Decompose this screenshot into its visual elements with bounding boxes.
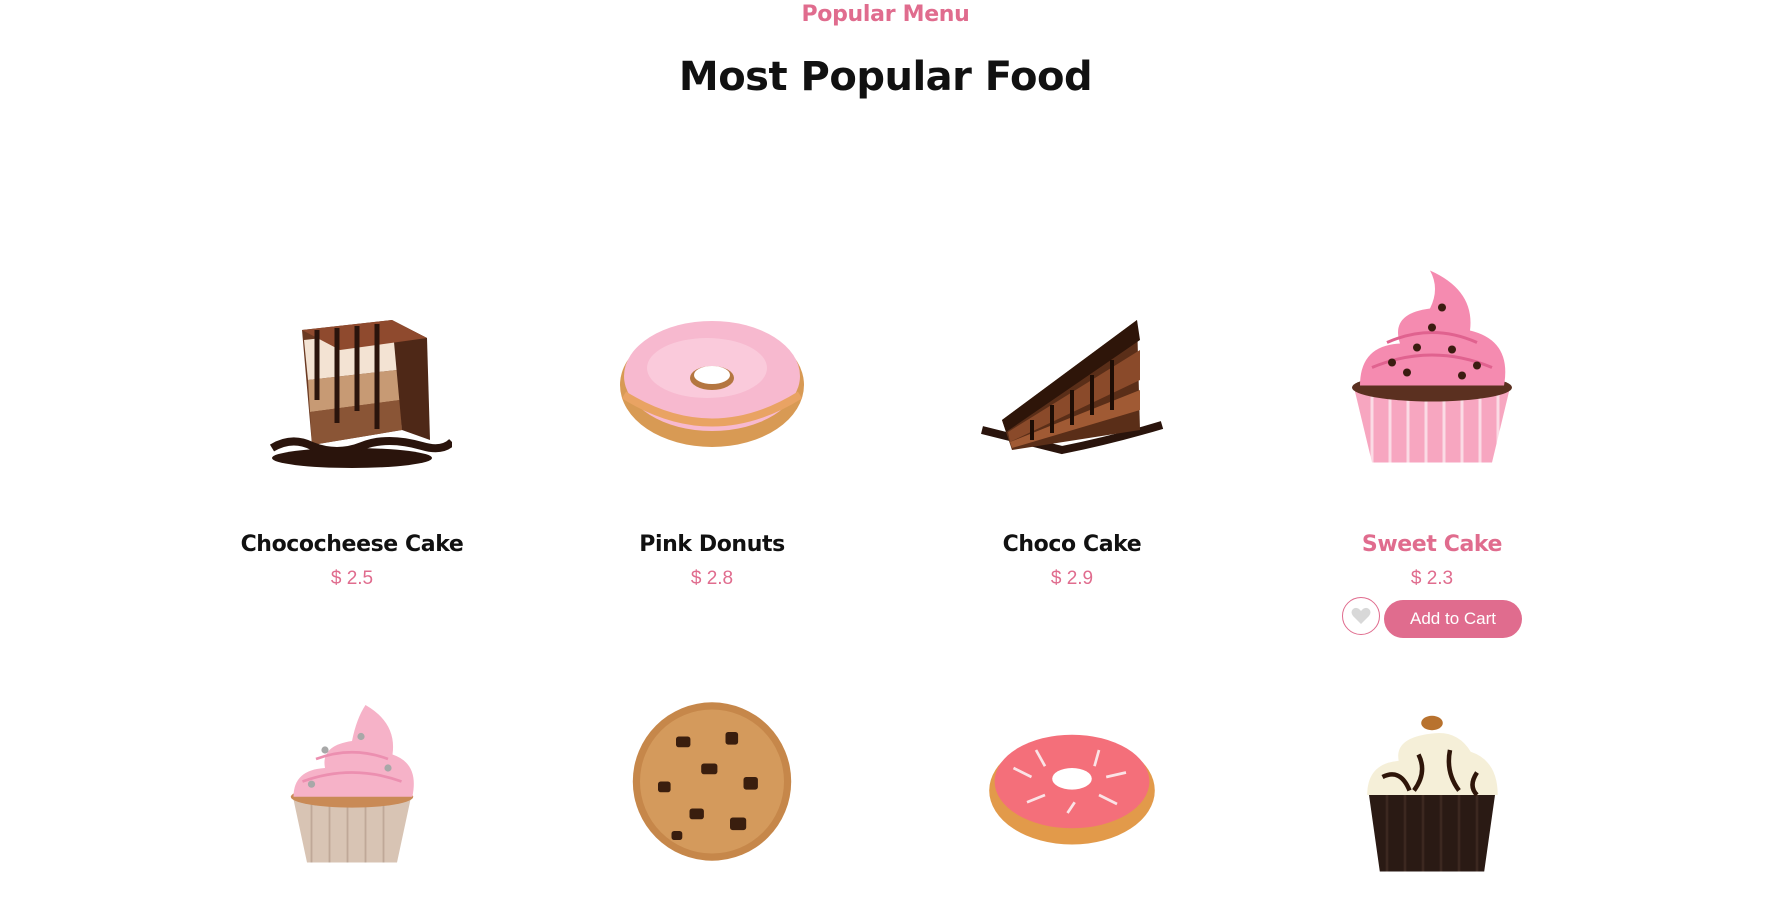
food-name[interactable]: Chococheese Cake [172, 532, 532, 557]
sweet-cake-image [1352, 270, 1512, 463]
food-price: $ 2.9 [1050, 568, 1094, 589]
food-price: $ 2.3 [1410, 568, 1454, 589]
section-kicker: Popular Menu [801, 2, 970, 27]
food-card[interactable]: Chococheese Cake $ 2.5 [172, 280, 532, 640]
food-price: $ 2.5 [330, 568, 374, 589]
like-button[interactable] [1342, 597, 1380, 635]
food-card[interactable] [892, 670, 1252, 900]
strawberry-donut-image [989, 734, 1155, 845]
heart-icon [1351, 607, 1371, 624]
add-to-cart-button[interactable]: Add to Cart [1384, 600, 1522, 638]
pink-swirl-cupcake-image [290, 705, 414, 863]
food-name[interactable]: Pink Donuts [532, 532, 892, 557]
food-name[interactable]: Sweet Cake [1252, 532, 1612, 557]
food-grid: Chococheese Cake $ 2.5 Pink Donuts $ 2.8… [172, 270, 1612, 900]
pink-donut-image [620, 321, 804, 447]
chococheese-cake-image [269, 320, 452, 468]
food-price: $ 2.8 [690, 568, 734, 589]
food-card[interactable] [532, 670, 892, 900]
choco-cake-image [981, 320, 1164, 455]
page-title: Most Popular Food [678, 54, 1093, 100]
card-actions: Add to Cart [1252, 597, 1612, 638]
food-card[interactable]: Pink Donuts $ 2.8 [532, 280, 892, 640]
food-card[interactable] [1252, 670, 1612, 900]
chocolate-chip-cookie-image [632, 702, 792, 861]
food-name[interactable]: Choco Cake [892, 532, 1252, 557]
chocolate-cream-cupcake-image [1367, 715, 1498, 872]
food-card[interactable] [172, 670, 532, 900]
food-card[interactable]: Choco Cake $ 2.9 [892, 280, 1252, 640]
food-card[interactable]: Sweet Cake $ 2.3 Add to Cart [1252, 270, 1612, 640]
